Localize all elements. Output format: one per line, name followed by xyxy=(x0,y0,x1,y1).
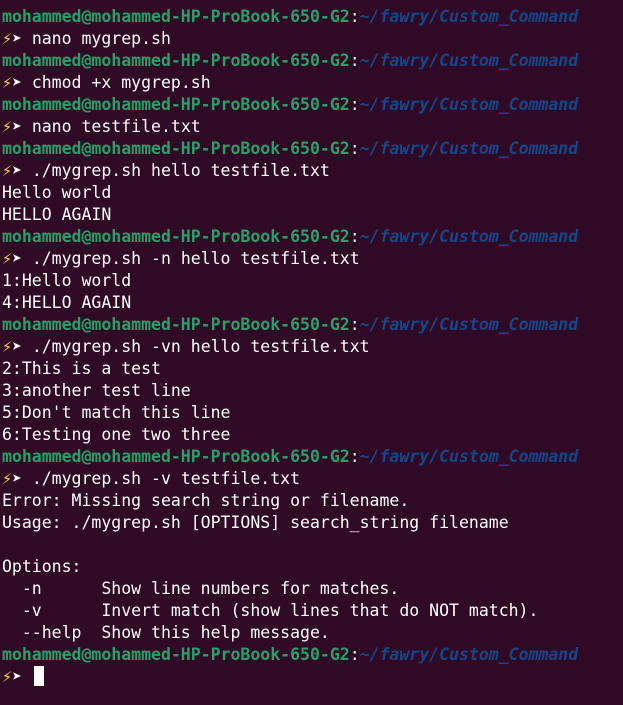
arrow-icon: ➤ xyxy=(11,117,32,136)
arrow-icon: ➤ xyxy=(11,29,32,48)
user-host: mohammed@mohammed-HP-ProBook-650-G2 xyxy=(2,645,350,664)
prompt-header: mohammed@mohammed-HP-ProBook-650-G2:~/fa… xyxy=(0,50,623,72)
prompt-separator: : xyxy=(349,645,360,664)
arrow-icon: ➤ xyxy=(11,667,32,686)
command-text: nano testfile.txt xyxy=(31,117,201,136)
command-line: ⚡➤ ./mygrep.sh -v testfile.txt xyxy=(0,468,623,490)
terminal-window[interactable]: mohammed@mohammed-HP-ProBook-650-G2:~/fa… xyxy=(0,0,623,705)
command-text: ./mygrep.sh hello testfile.txt xyxy=(31,161,330,180)
current-path: ~/fawry/Custom_Command xyxy=(359,315,579,334)
arrow-icon: ➤ xyxy=(11,161,32,180)
output-line: Error: Missing search string or filename… xyxy=(2,491,410,510)
arrow-icon: ➤ xyxy=(11,337,32,356)
current-path: ~/fawry/Custom_Command xyxy=(359,139,579,158)
output-line: -v Invert match (show lines that do NOT … xyxy=(2,601,539,620)
command-text: ./mygrep.sh -v testfile.txt xyxy=(31,469,301,488)
bolt-icon: ⚡ xyxy=(2,249,12,268)
current-path: ~/fawry/Custom_Command xyxy=(359,7,579,26)
arrow-icon: ➤ xyxy=(11,249,32,268)
output-line: --help Show this help message. xyxy=(2,623,330,642)
output-line: 2:This is a test xyxy=(2,359,161,378)
bolt-icon: ⚡ xyxy=(2,667,12,686)
prompt-header: mohammed@mohammed-HP-ProBook-650-G2:~/fa… xyxy=(0,138,623,160)
current-path: ~/fawry/Custom_Command xyxy=(359,95,579,114)
command-line: ⚡➤ nano mygrep.sh xyxy=(0,28,623,50)
prompt-header: mohammed@mohammed-HP-ProBook-650-G2:~/fa… xyxy=(0,6,623,28)
prompt-header: mohammed@mohammed-HP-ProBook-650-G2:~/fa… xyxy=(0,314,623,336)
user-host: mohammed@mohammed-HP-ProBook-650-G2 xyxy=(2,227,350,246)
user-host: mohammed@mohammed-HP-ProBook-650-G2 xyxy=(2,51,350,70)
output-line: Options: xyxy=(2,557,82,576)
command-line: ⚡➤ ./mygrep.sh -n hello testfile.txt xyxy=(0,248,623,270)
prompt-separator: : xyxy=(349,139,360,158)
prompt-separator: : xyxy=(349,447,360,466)
prompt-separator: : xyxy=(349,95,360,114)
prompt-separator: : xyxy=(349,315,360,334)
command-line: ⚡➤ ./mygrep.sh -vn hello testfile.txt xyxy=(0,336,623,358)
command-text: ./mygrep.sh -vn hello testfile.txt xyxy=(31,337,370,356)
command-text: nano mygrep.sh xyxy=(31,29,171,48)
command-line: ⚡➤ chmod +x mygrep.sh xyxy=(0,72,623,94)
prompt-separator: : xyxy=(349,227,360,246)
user-host: mohammed@mohammed-HP-ProBook-650-G2 xyxy=(2,315,350,334)
prompt-header: mohammed@mohammed-HP-ProBook-650-G2:~/fa… xyxy=(0,644,623,666)
output-line: 3:another test line xyxy=(2,381,191,400)
text-cursor[interactable] xyxy=(33,666,44,686)
bolt-icon: ⚡ xyxy=(2,161,12,180)
output-line: -n Show line numbers for matches. xyxy=(2,579,400,598)
bolt-icon: ⚡ xyxy=(2,117,12,136)
arrow-icon: ➤ xyxy=(11,73,32,92)
user-host: mohammed@mohammed-HP-ProBook-650-G2 xyxy=(2,139,350,158)
active-command-line[interactable]: ⚡➤ xyxy=(0,666,623,688)
prompt-header: mohammed@mohammed-HP-ProBook-650-G2:~/fa… xyxy=(0,226,623,248)
output-line: Hello world xyxy=(2,183,112,202)
command-line: ⚡➤ nano testfile.txt xyxy=(0,116,623,138)
command-text: ./mygrep.sh -n hello testfile.txt xyxy=(31,249,360,268)
output-line: Usage: ./mygrep.sh [OPTIONS] search_stri… xyxy=(2,513,509,532)
prompt-separator: : xyxy=(349,51,360,70)
bolt-icon: ⚡ xyxy=(2,29,12,48)
arrow-icon: ➤ xyxy=(11,469,32,488)
current-path: ~/fawry/Custom_Command xyxy=(359,51,579,70)
output-line: 6:Testing one two three xyxy=(2,425,231,444)
bolt-icon: ⚡ xyxy=(2,469,12,488)
current-path: ~/fawry/Custom_Command xyxy=(359,227,579,246)
bolt-icon: ⚡ xyxy=(2,337,12,356)
prompt-header: mohammed@mohammed-HP-ProBook-650-G2:~/fa… xyxy=(0,446,623,468)
command-text: chmod +x mygrep.sh xyxy=(31,73,211,92)
command-line: ⚡➤ ./mygrep.sh hello testfile.txt xyxy=(0,160,623,182)
prompt-separator: : xyxy=(349,7,360,26)
user-host: mohammed@mohammed-HP-ProBook-650-G2 xyxy=(2,95,350,114)
current-path: ~/fawry/Custom_Command xyxy=(359,447,579,466)
output-line: 1:Hello world xyxy=(2,271,132,290)
current-path: ~/fawry/Custom_Command xyxy=(359,645,579,664)
user-host: mohammed@mohammed-HP-ProBook-650-G2 xyxy=(2,447,350,466)
user-host: mohammed@mohammed-HP-ProBook-650-G2 xyxy=(2,7,350,26)
output-line: 4:HELLO AGAIN xyxy=(2,293,132,312)
bolt-icon: ⚡ xyxy=(2,73,12,92)
output-line: HELLO AGAIN xyxy=(2,205,112,224)
output-line: 5:Don't match this line xyxy=(2,403,231,422)
prompt-header: mohammed@mohammed-HP-ProBook-650-G2:~/fa… xyxy=(0,94,623,116)
